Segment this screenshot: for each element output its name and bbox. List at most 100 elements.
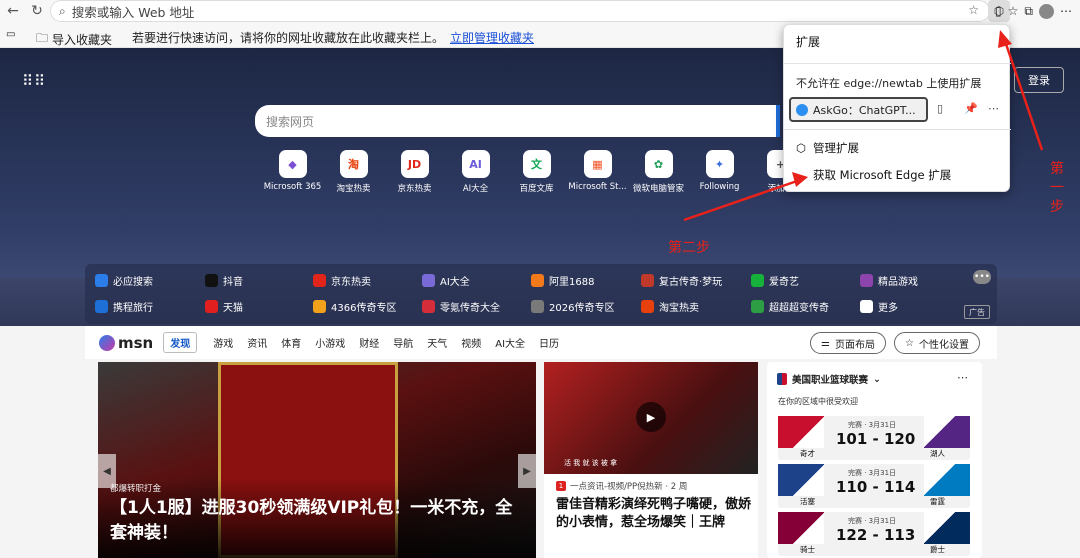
tile-icon: 淘 bbox=[339, 150, 368, 178]
link-icon bbox=[751, 274, 764, 287]
msn-tab[interactable]: 天气 bbox=[427, 335, 447, 350]
msn-logo-text: msn bbox=[118, 333, 154, 352]
link-item[interactable]: 阿里1688 bbox=[531, 273, 594, 288]
msn-tab[interactable]: AI大全 bbox=[495, 335, 525, 350]
msn-tab[interactable]: 日历 bbox=[539, 335, 559, 350]
sidebar-icon[interactable]: ▯ bbox=[937, 102, 943, 115]
card-title[interactable]: 【1人1服】进服30秒领满级VIP礼包！一米不充，全套神装！ bbox=[110, 496, 520, 546]
link-icon bbox=[860, 274, 873, 287]
quick-link-tile[interactable]: AI AI大全 bbox=[445, 150, 506, 194]
refresh-icon[interactable]: ↻ bbox=[26, 0, 48, 22]
link-item[interactable]: 更多 bbox=[860, 299, 898, 314]
quick-link-tile[interactable]: 淘淘宝热卖 bbox=[323, 150, 384, 194]
link-label: 爱奇艺 bbox=[769, 277, 799, 288]
nba-game-row[interactable]: 完赛 · 3月31日 122 - 113 骑士 爵士 bbox=[778, 512, 970, 556]
link-icon bbox=[531, 274, 544, 287]
nba-game-row[interactable]: 完赛 · 3月31日 101 - 120 奇才 湖人 bbox=[778, 416, 970, 460]
link-label: 更多 bbox=[878, 303, 898, 314]
collections-icon[interactable]: ⧉ bbox=[1024, 4, 1033, 19]
nba-more-icon[interactable]: ⋯ bbox=[957, 371, 968, 384]
favorite-star-icon[interactable]: ☆ bbox=[968, 3, 979, 17]
link-label: 精品游戏 bbox=[878, 277, 918, 288]
carousel-next-icon[interactable]: ▶ bbox=[518, 454, 536, 488]
msn-tab[interactable]: 小游戏 bbox=[315, 335, 345, 350]
import-favorites-button[interactable]: 🗀 导入收藏夹 bbox=[36, 29, 112, 50]
team-name: 雷霆 bbox=[930, 497, 945, 506]
address-placeholder: 搜索或输入 Web 地址 bbox=[71, 4, 195, 20]
link-item[interactable]: 必应搜索 bbox=[95, 273, 153, 288]
link-icon bbox=[751, 300, 764, 313]
link-item[interactable]: 2026传奇专区 bbox=[531, 299, 614, 314]
link-label: 必应搜索 bbox=[113, 277, 153, 288]
link-item[interactable]: 天猫 bbox=[205, 299, 243, 314]
manage-extensions-item[interactable]: ⬡ 管理扩展 bbox=[796, 140, 859, 156]
tile-icon: ◆ bbox=[278, 150, 307, 178]
msn-tab[interactable]: 体育 bbox=[281, 335, 301, 350]
tile-label: 百度文库 bbox=[519, 184, 554, 194]
link-item[interactable]: 超超超变传奇 bbox=[751, 299, 829, 314]
favorites-icon[interactable]: ☆ bbox=[1008, 4, 1019, 18]
nba-header[interactable]: 美国职业篮球联赛 ⌄ bbox=[777, 372, 881, 386]
search-input[interactable]: 搜索网页 bbox=[255, 105, 780, 137]
link-item[interactable]: 复古传奇·梦玩 bbox=[641, 273, 722, 288]
link-item[interactable]: 携程旅行 bbox=[95, 299, 153, 314]
game-score: 101 - 120 bbox=[836, 430, 916, 448]
quick-link-tile[interactable]: ✿ 微软电脑管家 bbox=[628, 150, 689, 194]
link-item[interactable]: 淘宝热卖 bbox=[641, 299, 699, 314]
manage-favorites-link[interactable]: 立即管理收藏夹 bbox=[450, 29, 534, 46]
sidebar-toggle-icon[interactable]: ▭ bbox=[6, 29, 15, 40]
source-logo-icon: 1 bbox=[556, 481, 566, 491]
feed-card-ad[interactable]: ◀ ▶ 都爆转职打金 【1人1服】进服30秒领满级VIP礼包！一米不充，全套神装… bbox=[98, 362, 536, 558]
msn-tab[interactable]: 视频 bbox=[461, 335, 481, 350]
card-title[interactable]: 雷佳音精彩演绎死鸭子嘴硬，傲娇的小表情，惹全场爆笑｜王牌 bbox=[556, 496, 752, 532]
star-icon: ☆ bbox=[905, 337, 914, 349]
quick-link-tile[interactable]: ▦ Microsoft St... bbox=[567, 150, 628, 194]
link-icon bbox=[95, 300, 108, 313]
more-icon[interactable]: ⋯ bbox=[988, 102, 999, 115]
link-item[interactable]: 零氪传奇大全 bbox=[422, 299, 500, 314]
back-icon[interactable]: ← bbox=[2, 0, 24, 22]
nba-game-row[interactable]: 完赛 · 3月31日 110 - 114 活塞 雷霆 bbox=[778, 464, 970, 508]
link-item[interactable]: 抖音 bbox=[205, 273, 243, 288]
extension-item-askgo[interactable]: AskGo：ChatGPT... bbox=[789, 97, 928, 122]
browser-window: ← ↻ ⌕ 搜索或输入 Web 地址 ☆ ⬡ ▯ ☆ ⧉ ⋯ ▭ 🗀 导入收藏夹… bbox=[0, 0, 1080, 558]
quick-link-tile[interactable]: ✦ Following bbox=[689, 150, 750, 194]
personalize-button[interactable]: ☆ 个性化设置 bbox=[894, 332, 980, 354]
feed-card-video[interactable]: ▶ 活 我 就 该 被 拿 1 一点资讯-视频/PP倪热新 · 2 周 雷佳音精… bbox=[544, 362, 758, 558]
link-label: 阿里1688 bbox=[549, 277, 595, 288]
link-item[interactable]: 4366传奇专区 bbox=[313, 299, 396, 314]
game-score: 110 - 114 bbox=[836, 478, 916, 496]
link-icon bbox=[95, 274, 108, 287]
link-item[interactable]: 京东热卖 bbox=[313, 273, 371, 288]
apps-grid-icon[interactable]: ⠿⠿ bbox=[22, 72, 46, 90]
msn-tab[interactable]: 财经 bbox=[359, 335, 379, 350]
tile-icon: ▦ bbox=[583, 150, 612, 178]
pin-icon[interactable]: 📌 bbox=[964, 102, 978, 115]
msn-tab[interactable]: 导航 bbox=[393, 335, 413, 350]
popup-note: 不允许在 edge://newtab 上使用扩展 bbox=[796, 77, 982, 90]
popup-title: 扩展 bbox=[796, 35, 821, 49]
link-item[interactable]: 爱奇艺 bbox=[751, 273, 799, 288]
address-bar[interactable]: ⌕ 搜索或输入 Web 地址 ☆ bbox=[50, 0, 990, 22]
links-more-icon[interactable]: ••• bbox=[973, 270, 991, 284]
more-icon[interactable]: ⋯ bbox=[1060, 4, 1072, 18]
msn-tab[interactable]: 资讯 bbox=[247, 335, 267, 350]
page-layout-button[interactable]: ⚌ 页面布局 bbox=[810, 332, 886, 354]
quick-link-tile[interactable]: JD 京东热卖 bbox=[384, 150, 445, 194]
nba-widget: 美国职业篮球联赛 ⌄ ⋯ 在你的区域中很受欢迎 完赛 · 3月31日 101 - … bbox=[767, 362, 982, 558]
msn-tab[interactable]: 游戏 bbox=[213, 335, 233, 350]
quick-link-tile[interactable]: 文百度文库 bbox=[506, 150, 567, 194]
msn-logo[interactable]: msn bbox=[99, 334, 153, 352]
quick-link-tile[interactable]: ◆ Microsoft 365 bbox=[262, 150, 323, 194]
tile-icon: ✦ bbox=[705, 150, 734, 178]
login-button[interactable]: 登录 bbox=[1014, 67, 1064, 93]
get-extensions-item[interactable]: 获取 Microsoft Edge 扩展 bbox=[813, 167, 951, 183]
link-item[interactable]: 精品游戏 bbox=[860, 273, 918, 288]
split-screen-icon[interactable]: ▯ bbox=[995, 4, 1002, 18]
profile-avatar[interactable] bbox=[1039, 3, 1054, 19]
team-name: 活塞 bbox=[800, 497, 815, 506]
msn-tab[interactable]: 发现 bbox=[163, 332, 198, 353]
search-button-edge[interactable] bbox=[776, 105, 780, 137]
play-icon[interactable]: ▶ bbox=[636, 402, 666, 432]
link-item[interactable]: AI大全 bbox=[422, 273, 470, 288]
